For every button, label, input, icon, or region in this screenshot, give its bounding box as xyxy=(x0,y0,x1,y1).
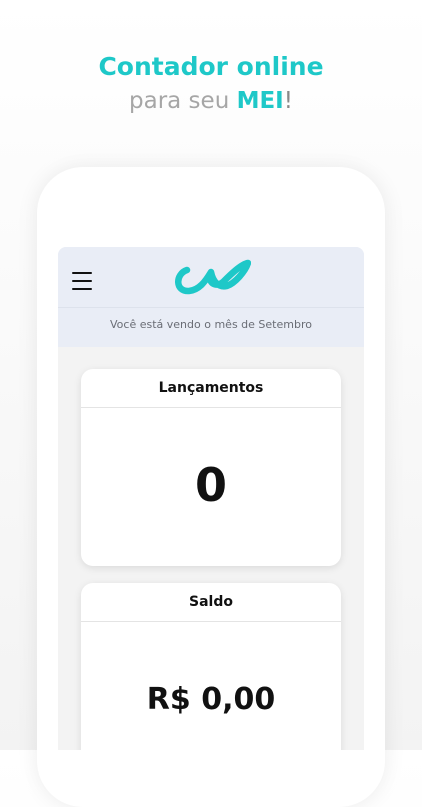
month-indicator: Você está vendo o mês de Setembro xyxy=(110,318,312,331)
promo-subline-accent: MEI xyxy=(236,88,284,114)
balance-card-title: Saldo xyxy=(81,583,341,622)
promo-subline-suffix: ! xyxy=(283,88,293,114)
balance-card[interactable]: Saldo R$ 0,00 xyxy=(81,583,341,750)
app-header: Você está vendo o mês de Setembro xyxy=(58,247,364,347)
app-screen: Você está vendo o mês de Setembro Lançam… xyxy=(58,247,364,750)
launches-card-value: 0 xyxy=(194,458,227,512)
launches-card[interactable]: Lançamentos 0 xyxy=(81,369,341,566)
hamburger-menu-icon[interactable] xyxy=(72,272,92,290)
launches-card-title: Lançamentos xyxy=(81,369,341,408)
balance-card-value: R$ 0,00 xyxy=(146,682,276,717)
brand-logo-icon xyxy=(175,259,251,295)
promo-subline: para seu MEI! xyxy=(0,86,422,116)
header-divider xyxy=(58,307,364,308)
promo-headline: Contador online xyxy=(98,52,324,81)
promo-subline-prefix: para seu xyxy=(129,88,237,114)
